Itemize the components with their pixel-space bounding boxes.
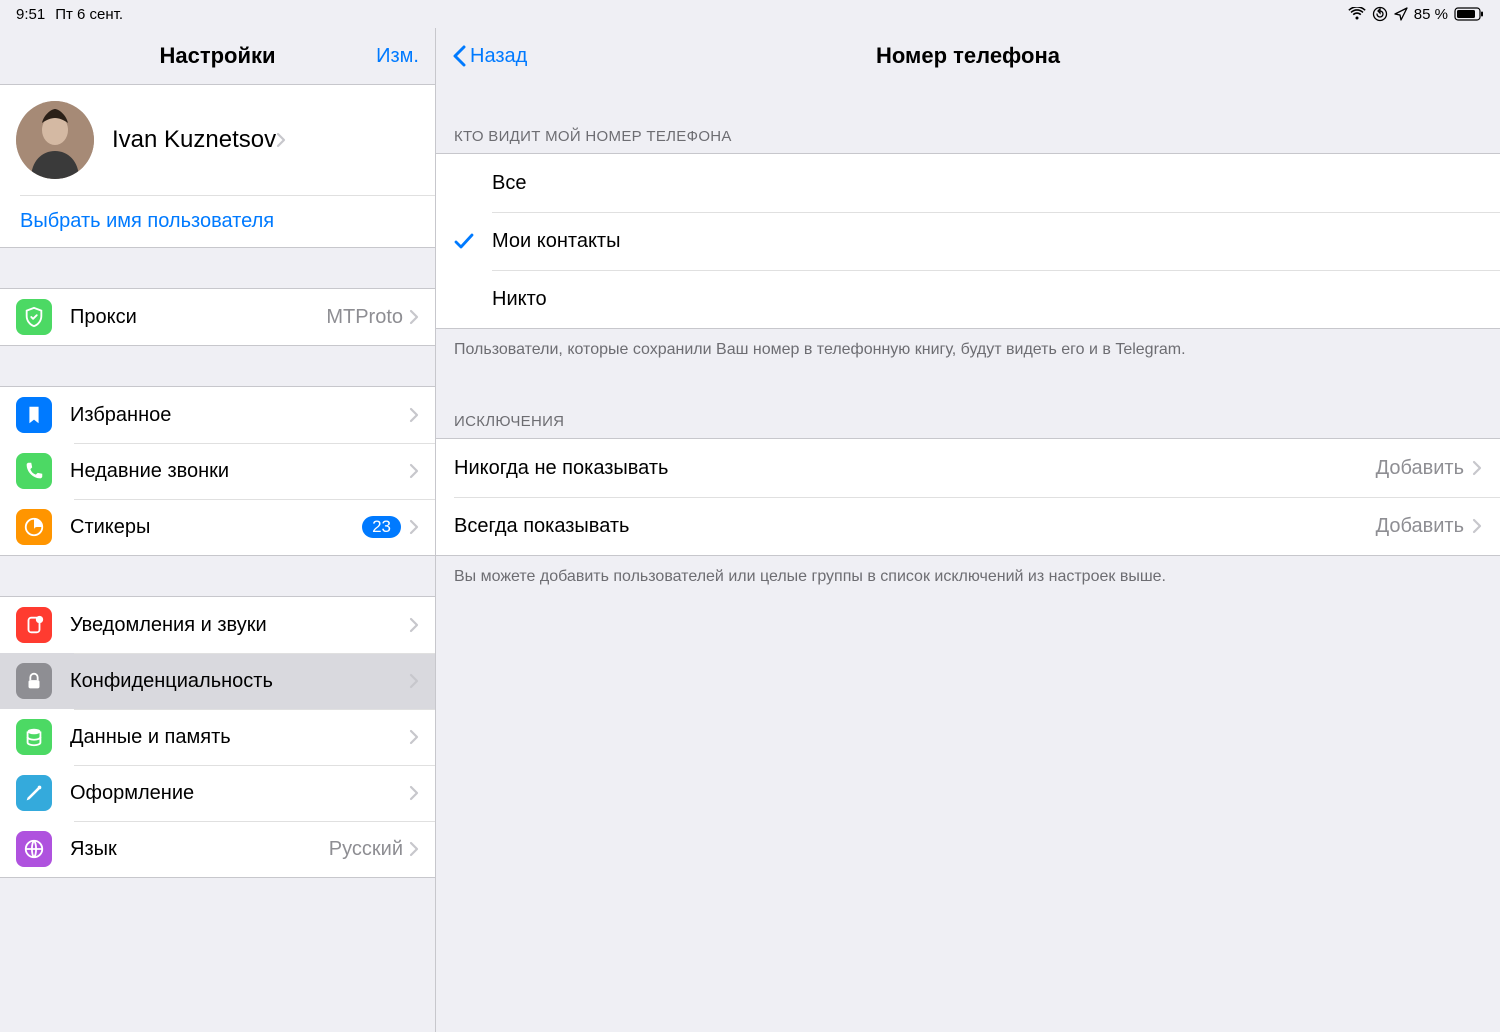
never-share-cell[interactable]: Никогда не показывать Добавить (436, 439, 1500, 497)
language-label: Язык (70, 838, 329, 861)
exceptions-footer: Вы можете добавить пользователей или цел… (436, 556, 1500, 596)
status-time: 9:51 (16, 6, 45, 23)
bell-icon (16, 607, 52, 643)
chevron-right-icon (409, 519, 419, 535)
brush-icon (16, 775, 52, 811)
option-everyone[interactable]: Все (436, 154, 1500, 212)
bookmark-icon (16, 397, 52, 433)
language-cell[interactable]: Язык Русский (0, 821, 435, 877)
sticker-icon (16, 509, 52, 545)
favorites-cell[interactable]: Избранное (0, 387, 435, 443)
avatar (16, 101, 94, 179)
chevron-right-icon (1472, 460, 1482, 476)
status-bar: 9:51 Пт 6 сент. 85 % (0, 0, 1500, 28)
appearance-cell[interactable]: Оформление (0, 765, 435, 821)
chevron-right-icon (1472, 518, 1482, 534)
privacy-label: Конфиденциальность (70, 670, 409, 693)
database-icon (16, 719, 52, 755)
shield-icon (16, 299, 52, 335)
stickers-label: Стикеры (70, 516, 362, 539)
settings-sidebar: Настройки Изм. Ivan Kuznetsov Выбрать им… (0, 28, 436, 1032)
proxy-cell[interactable]: Прокси MTProto (0, 289, 435, 345)
chevron-right-icon (409, 309, 419, 325)
chevron-right-icon (276, 132, 286, 148)
detail-nav: Назад Номер телефона (436, 28, 1500, 84)
detail-pane: Назад Номер телефона КТО ВИДИТ МОЙ НОМЕР… (436, 28, 1500, 1032)
proxy-value: MTProto (326, 306, 403, 329)
chevron-right-icon (409, 463, 419, 479)
recent-calls-cell[interactable]: Недавние звонки (0, 443, 435, 499)
choose-username-cell[interactable]: Выбрать имя пользователя (0, 195, 435, 247)
chevron-right-icon (409, 673, 419, 689)
lock-rotation-icon (1372, 6, 1388, 22)
never-share-label: Никогда не показывать (454, 457, 1376, 480)
phone-icon (16, 453, 52, 489)
chevron-right-icon (409, 785, 419, 801)
always-share-label: Всегда показывать (454, 515, 1376, 538)
appearance-label: Оформление (70, 782, 409, 805)
globe-icon (16, 831, 52, 867)
data-storage-cell[interactable]: Данные и память (0, 709, 435, 765)
favorites-label: Избранное (70, 404, 409, 427)
option-my-contacts[interactable]: Мои контакты (436, 212, 1500, 270)
notifications-label: Уведомления и звуки (70, 614, 409, 637)
privacy-cell[interactable]: Конфиденциальность (0, 653, 435, 709)
sidebar-title: Настройки (159, 43, 275, 69)
status-date: Пт 6 сент. (55, 6, 123, 23)
chevron-right-icon (409, 407, 419, 423)
profile-name: Ivan Kuznetsov (112, 126, 276, 154)
chevron-right-icon (409, 841, 419, 857)
stickers-badge: 23 (362, 516, 401, 538)
data-storage-label: Данные и память (70, 726, 409, 749)
always-share-value: Добавить (1376, 515, 1464, 538)
proxy-label: Прокси (70, 306, 326, 329)
option-nobody[interactable]: Никто (436, 270, 1500, 328)
exceptions-header: ИСКЛЮЧЕНИЯ (436, 405, 1500, 438)
sidebar-nav: Настройки Изм. (0, 28, 435, 84)
detail-title: Номер телефона (876, 43, 1060, 69)
recent-calls-label: Недавние звонки (70, 460, 409, 483)
always-share-cell[interactable]: Всегда показывать Добавить (436, 497, 1500, 555)
location-icon (1394, 7, 1408, 21)
chevron-right-icon (409, 617, 419, 633)
lock-icon (16, 663, 52, 699)
battery-percent: 85 % (1414, 6, 1448, 23)
choose-username-label: Выбрать имя пользователя (20, 210, 274, 233)
notifications-cell[interactable]: Уведомления и звуки (0, 597, 435, 653)
language-value: Русский (329, 838, 403, 861)
never-share-value: Добавить (1376, 457, 1464, 480)
back-label: Назад (470, 45, 527, 68)
edit-button[interactable]: Изм. (376, 45, 419, 68)
visibility-footer: Пользователи, которые сохранили Ваш номе… (436, 329, 1500, 369)
chevron-right-icon (409, 729, 419, 745)
battery-icon (1454, 7, 1484, 21)
stickers-cell[interactable]: Стикеры 23 (0, 499, 435, 555)
checkmark-icon (454, 232, 474, 250)
wifi-icon (1348, 7, 1366, 21)
profile-cell[interactable]: Ivan Kuznetsov (0, 85, 435, 195)
back-button[interactable]: Назад (452, 45, 527, 68)
visibility-header: КТО ВИДИТ МОЙ НОМЕР ТЕЛЕФОНА (436, 120, 1500, 153)
